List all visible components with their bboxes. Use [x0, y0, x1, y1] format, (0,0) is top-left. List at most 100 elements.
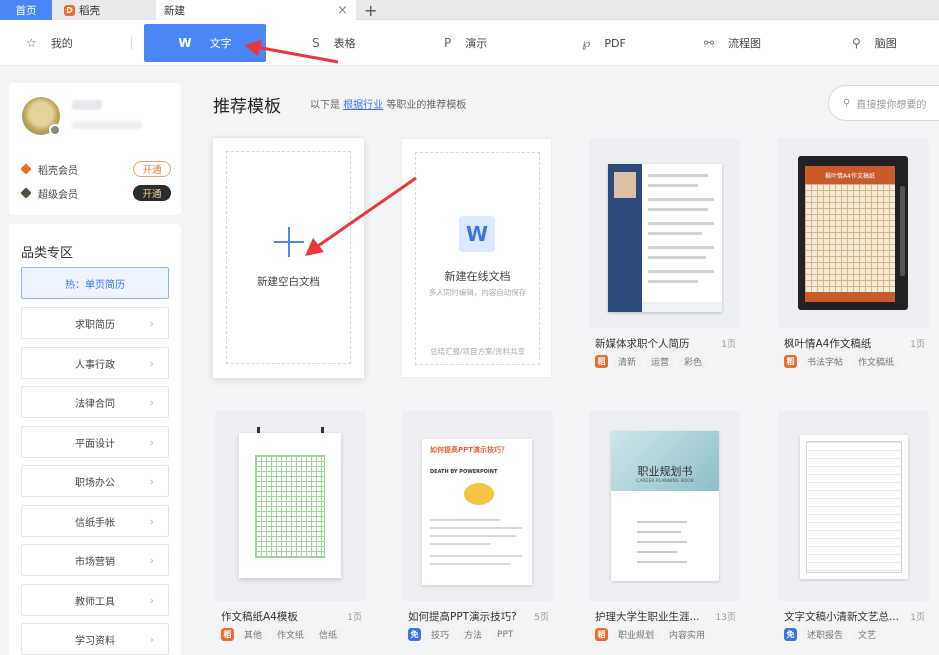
avatar-badge-icon [49, 124, 61, 136]
resume-line [648, 270, 714, 273]
daoke-member-label: 稻壳会员 [38, 165, 78, 177]
template-tag[interactable]: PPT [492, 627, 519, 642]
template-tag[interactable]: 述职报告 [802, 627, 849, 642]
category-hot-resume[interactable]: 热：单页简历 [21, 267, 169, 299]
template-thumbnail[interactable] [215, 411, 366, 601]
category-item[interactable]: 人事行政 › [21, 347, 169, 379]
new-online-document-card[interactable]: W 新建在线文档 多人同时编辑，内容自动保存 总结汇报/项目方案/资料共享 [401, 138, 552, 378]
category-item[interactable]: 法律合同 › [21, 386, 169, 418]
preview-line [430, 519, 500, 521]
online-document-uses: 总结汇报/项目方案/资料共享 [429, 347, 526, 356]
tab-mine[interactable]: ☆ 我的 [26, 20, 73, 66]
template-tag[interactable]: 书法字帖 [802, 354, 849, 369]
template-name[interactable]: 文字文稿小清新文艺总... [784, 609, 899, 624]
tab-presentation-label: 演示 [465, 37, 488, 50]
template-tag[interactable]: 方法 [459, 627, 488, 642]
tab-flowchart[interactable]: ⚯ 流程图 [704, 20, 761, 66]
template-name[interactable]: 作文稿纸A4模板 [221, 609, 336, 624]
template-thumbnail[interactable] [778, 411, 929, 601]
industry-link[interactable]: 根据行业 [343, 100, 383, 111]
daoke-badge-icon: 稻 [595, 628, 608, 641]
new-blank-document-card[interactable]: 新建空白文档 [213, 138, 364, 378]
chevron-right-icon: › [149, 356, 154, 370]
page-subtitle: 以下是 根据行业 等职业的推荐模板 [310, 96, 466, 111]
template-tag[interactable]: 信纸 [314, 627, 343, 642]
daoke-member-open-button[interactable]: 开通 [133, 161, 171, 177]
template-card[interactable]: 如何提高PPT演示技巧？ DEATH BY POWERPOINT 如何提高PPT… [402, 411, 553, 651]
template-tag[interactable]: 清新 [613, 354, 642, 369]
template-thumbnail[interactable]: 职业规划书 CAREER PLANNING BOOK [589, 411, 740, 601]
new-blank-document-label: 新建空白文档 [257, 276, 320, 288]
tab-new[interactable]: 新建 × [156, 0, 356, 20]
preview-line [637, 561, 687, 563]
free-badge-icon: 免 [784, 628, 797, 641]
category-item[interactable]: 职场办公 › [21, 465, 169, 497]
template-card[interactable]: 作文稿纸A4模板 1页 稻 其他 作文纸 信纸 [215, 411, 366, 651]
close-icon[interactable]: × [337, 3, 348, 18]
super-member-open-button[interactable]: 开通 [133, 185, 171, 201]
chevron-right-icon: › [149, 474, 154, 488]
template-name[interactable]: 护理大学生职业生涯... [595, 609, 710, 624]
tab-word[interactable]: W 文字 [144, 24, 266, 62]
daoke-badge-icon: 稻 [784, 355, 797, 368]
tab-table[interactable]: S 表格 [312, 20, 356, 66]
search-icon: ⚲ [843, 97, 851, 109]
search-input[interactable]: ⚲ 直接搜你想要的 [828, 85, 939, 121]
template-card[interactable]: 文字文稿小清新文艺总... 1页 免 述职报告 文艺 [778, 411, 929, 651]
template-tag[interactable]: 作文稿纸 [853, 354, 900, 369]
template-tags: 稻 职业规划 内容实用 [595, 627, 711, 642]
template-pages: 1页 [347, 613, 362, 623]
composition-grid [805, 166, 895, 302]
template-card[interactable]: 枫叶情A4作文稿纸 枫叶情A4作文稿纸 1页 稻 书法字帖 作文稿纸 [778, 138, 929, 378]
tab-mindmap[interactable]: ⚲ 脑图 [852, 20, 897, 66]
template-tag[interactable]: 内容实用 [664, 627, 711, 642]
tab-daoke[interactable]: D 稻壳 [54, 0, 154, 20]
tab-pdf-label: PDF [604, 36, 626, 50]
template-tag[interactable]: 文艺 [853, 627, 882, 642]
free-badge-icon: 免 [408, 628, 421, 641]
template-tag[interactable]: 职业规划 [613, 627, 660, 642]
tab-presentation[interactable]: P 演示 [444, 20, 487, 66]
template-card[interactable]: 职业规划书 CAREER PLANNING BOOK 护理大学生职业生涯... … [589, 411, 740, 651]
template-tags: 稻 书法字帖 作文稿纸 [784, 354, 900, 369]
daoke-member-row: 稻壳会员 开通 [20, 160, 171, 178]
template-pages: 1页 [721, 340, 736, 350]
category-item-label: 市场营销 [75, 556, 115, 568]
template-tag[interactable]: 技巧 [426, 627, 455, 642]
tab-new-label: 新建 [164, 4, 185, 17]
template-name[interactable]: 新媒体求职个人简历 [595, 336, 710, 351]
tab-mine-label: 我的 [50, 37, 73, 50]
chevron-right-icon: › [149, 553, 154, 567]
category-item[interactable]: 学习资料 › [21, 623, 169, 655]
template-name[interactable]: 如何提高PPT演示技巧? [408, 609, 523, 624]
user-id-blurred [72, 121, 142, 129]
super-member-icon [20, 187, 32, 199]
category-item[interactable]: 求职简历 › [21, 307, 169, 339]
category-item[interactable]: 信纸手帐 › [21, 505, 169, 537]
resume-line [648, 208, 708, 211]
template-tag[interactable]: 彩色 [679, 354, 708, 369]
template-pages: 5页 [534, 613, 549, 623]
tab-home[interactable]: 首页 [0, 0, 52, 20]
tab-pdf[interactable]: ℘ PDF [582, 20, 626, 66]
template-thumbnail[interactable]: 枫叶情A4作文稿纸 [778, 138, 929, 328]
category-panel: 品类专区 热：单页简历 求职简历 › 人事行政 › 法律合同 › 平面设计 › 职场办公… [9, 224, 181, 655]
new-tab-button[interactable]: + [364, 0, 377, 20]
template-tag[interactable]: 运营 [646, 354, 675, 369]
subtitle-prefix: 以下是 [310, 100, 340, 111]
category-item[interactable]: 平面设计 › [21, 426, 169, 458]
template-thumbnail[interactable]: 如何提高PPT演示技巧？ DEATH BY POWERPOINT [402, 411, 553, 601]
template-card[interactable]: 新媒体求职个人简历 1页 稻 清新 运营 彩色 [589, 138, 740, 378]
template-thumbnail[interactable] [589, 138, 740, 328]
template-pages: 1页 [910, 613, 925, 623]
template-tag[interactable]: 其他 [239, 627, 268, 642]
category-item[interactable]: 市场营销 › [21, 544, 169, 576]
template-tag[interactable]: 作文纸 [272, 627, 310, 642]
tab-mindmap-label: 脑图 [874, 37, 897, 50]
resume-line [648, 174, 708, 177]
template-name[interactable]: 枫叶情A4作文稿纸 [784, 336, 899, 351]
daoke-logo-icon: D [64, 4, 75, 16]
lined-area [806, 441, 902, 573]
category-item[interactable]: 教师工具 › [21, 584, 169, 616]
category-item-label: 职场办公 [75, 477, 115, 489]
